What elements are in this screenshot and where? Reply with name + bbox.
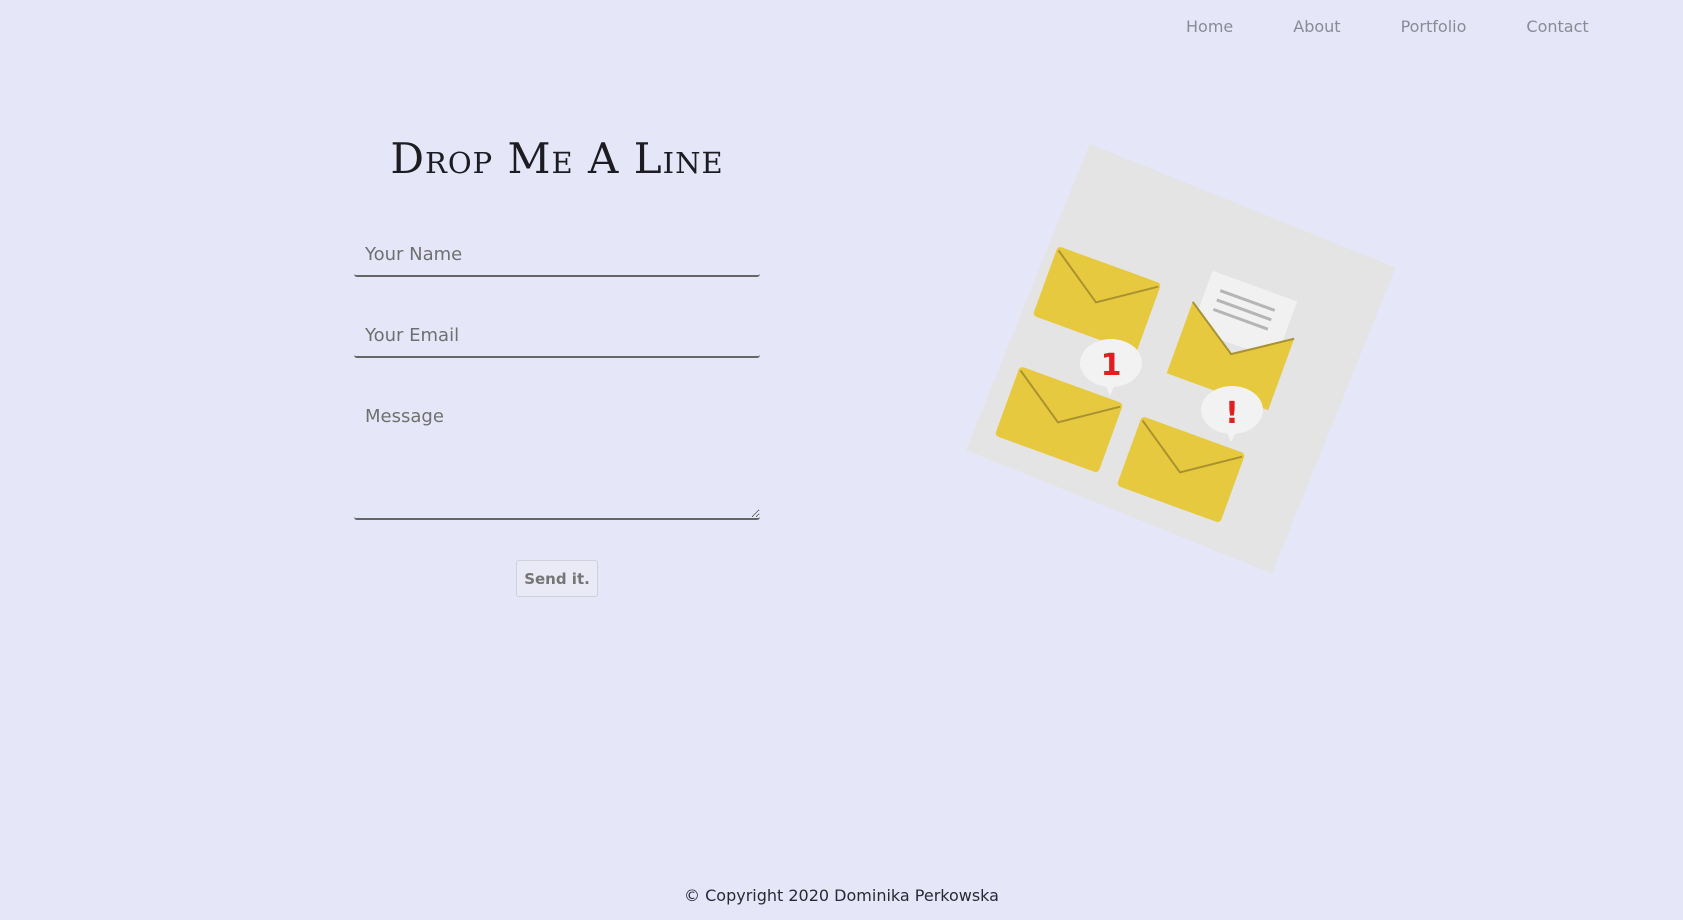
email-input[interactable] bbox=[354, 317, 760, 358]
envelopes-illustration-svg: 1 ! bbox=[966, 143, 1396, 574]
message-textarea[interactable] bbox=[354, 398, 760, 520]
send-wrap: Send it. bbox=[354, 560, 760, 597]
name-input[interactable] bbox=[354, 236, 760, 277]
footer-copyright: © Copyright 2020 Dominika Perkowska bbox=[684, 886, 999, 905]
nav-home-link[interactable]: Home bbox=[1186, 17, 1233, 37]
send-button[interactable]: Send it. bbox=[516, 560, 598, 597]
badge-one-text: 1 bbox=[1101, 348, 1122, 383]
nav-about-link[interactable]: About bbox=[1293, 17, 1340, 37]
main-nav: Home About Portfolio Contact bbox=[1186, 17, 1589, 37]
nav-portfolio-link[interactable]: Portfolio bbox=[1401, 17, 1467, 37]
badge-alert-text: ! bbox=[1225, 396, 1239, 431]
contact-form: Drop Me A Line Send it. bbox=[354, 128, 760, 597]
form-title: Drop Me A Line bbox=[390, 134, 724, 183]
envelopes-illustration: 1 ! bbox=[960, 136, 1405, 576]
nav-contact-link[interactable]: Contact bbox=[1526, 17, 1588, 37]
